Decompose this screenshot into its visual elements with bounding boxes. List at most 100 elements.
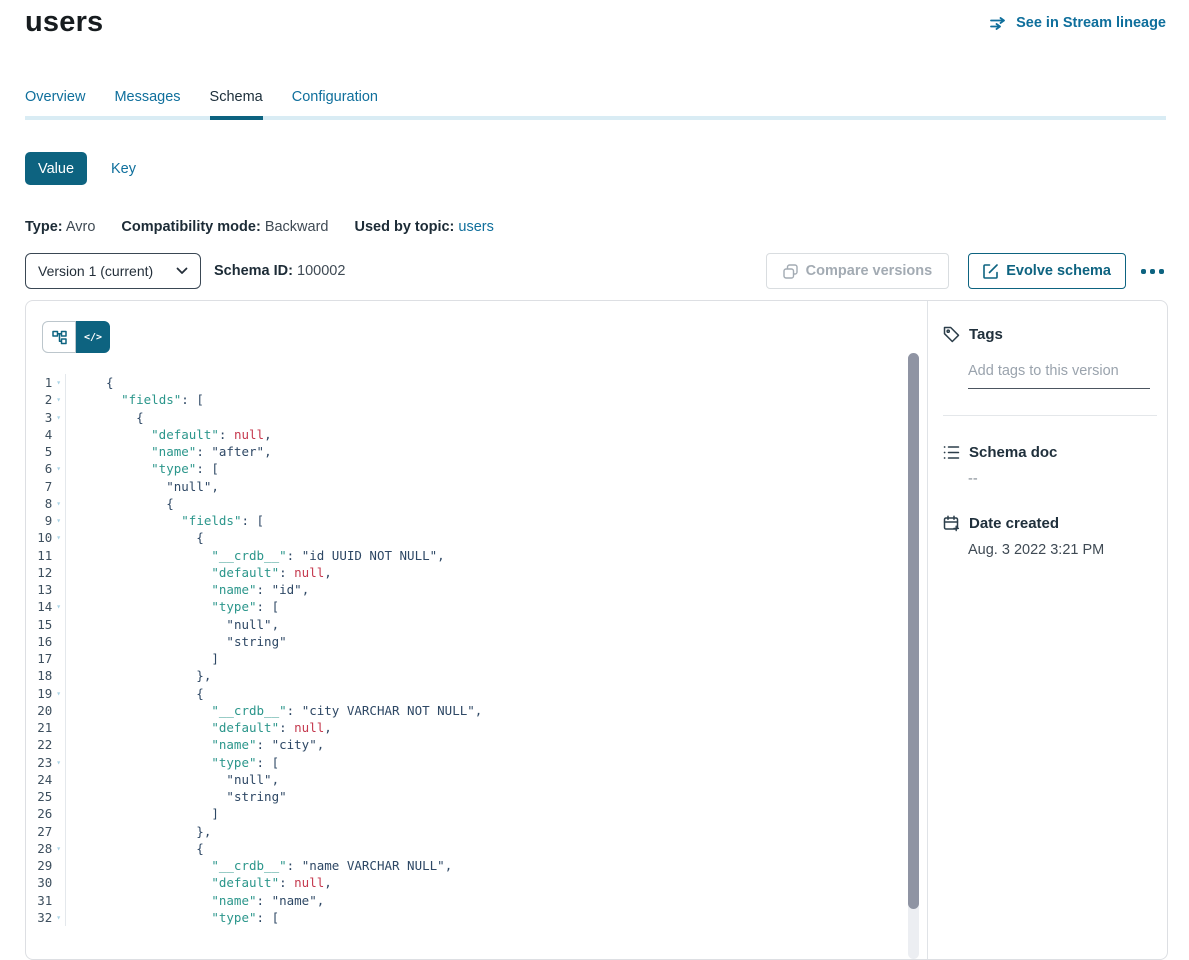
meta-type-value: Avro [66, 219, 96, 235]
fold-toggle-icon[interactable]: ▾ [52, 754, 65, 771]
fold-spacer [52, 616, 65, 633]
code-line: 19▾ { [26, 685, 927, 702]
fold-toggle-icon[interactable]: ▾ [52, 495, 65, 512]
line-gutter: 8▾ [26, 495, 66, 512]
code-text: "default": null, [66, 874, 332, 891]
code-line: 1▾{ [26, 374, 927, 391]
list-icon [943, 445, 960, 460]
code-text: "type": [ [66, 754, 279, 771]
line-number: 11 [26, 547, 52, 564]
version-toolbar: Version 1 (current) Schema ID: 100002 Co… [25, 253, 1166, 289]
fold-toggle-icon[interactable]: ▾ [52, 374, 65, 391]
code-line: 17 ] [26, 650, 927, 667]
calendar-plus-icon [943, 515, 960, 532]
fold-toggle-icon[interactable]: ▾ [52, 409, 65, 426]
line-number: 14 [26, 598, 52, 615]
line-gutter: 9▾ [26, 512, 66, 529]
key-toggle-button[interactable]: Key [111, 161, 136, 177]
line-number: 15 [26, 616, 52, 633]
line-gutter: 13 [26, 581, 66, 598]
line-gutter: 29 [26, 857, 66, 874]
topic-link[interactable]: users [458, 219, 493, 235]
editor-scrollbar-track[interactable] [908, 353, 919, 959]
code-text: "name": "id", [66, 581, 309, 598]
fold-toggle-icon[interactable]: ▾ [52, 909, 65, 926]
code-text: "null", [66, 616, 279, 633]
code-text: ] [66, 650, 219, 667]
value-key-toggle: Value Key [25, 152, 136, 185]
line-gutter: 23▾ [26, 754, 66, 771]
code-line: 22 "name": "city", [26, 736, 927, 753]
line-gutter: 3▾ [26, 409, 66, 426]
code-line: 16 "string" [26, 633, 927, 650]
version-select[interactable]: Version 1 (current) [25, 253, 201, 289]
code-line: 23▾ "type": [ [26, 754, 927, 771]
schema-doc-title: Schema doc [969, 444, 1057, 461]
fold-spacer [52, 633, 65, 650]
code-line: 4 "default": null, [26, 426, 927, 443]
line-gutter: 12 [26, 564, 66, 581]
code-text: "name": "after", [66, 443, 272, 460]
compare-versions-button[interactable]: Compare versions [766, 253, 950, 289]
fold-spacer [52, 805, 65, 822]
code-text: "type": [ [66, 909, 279, 926]
line-gutter: 1▾ [26, 374, 66, 391]
code-text: "name": "name", [66, 892, 324, 909]
evolve-schema-button[interactable]: Evolve schema [968, 253, 1126, 289]
fold-toggle-icon[interactable]: ▾ [52, 460, 65, 477]
fold-toggle-icon[interactable]: ▾ [52, 391, 65, 408]
line-gutter: 10▾ [26, 529, 66, 546]
more-actions-button[interactable] [1139, 263, 1166, 280]
code-text: "fields": [ [66, 391, 204, 408]
code-line: 12 "default": null, [26, 564, 927, 581]
code-line: 21 "default": null, [26, 719, 927, 736]
schema-doc-value: -- [968, 471, 1167, 487]
line-gutter: 2▾ [26, 391, 66, 408]
code-text: "default": null, [66, 564, 332, 581]
fold-spacer [52, 667, 65, 684]
line-number: 29 [26, 857, 52, 874]
line-number: 32 [26, 909, 52, 926]
fold-toggle-icon[interactable]: ▾ [52, 512, 65, 529]
fold-spacer [52, 736, 65, 753]
line-gutter: 26 [26, 805, 66, 822]
schema-id: Schema ID: 100002 [214, 263, 345, 279]
stream-lineage-label: See in Stream lineage [1016, 15, 1166, 31]
fold-spacer [52, 823, 65, 840]
line-gutter: 14▾ [26, 598, 66, 615]
code-view-button[interactable]: </> [76, 321, 110, 353]
code-text: ] [66, 805, 219, 822]
fold-toggle-icon[interactable]: ▾ [52, 598, 65, 615]
schema-sidebar: Tags Schema doc -- [927, 301, 1167, 959]
code-line: 24 "null", [26, 771, 927, 788]
stream-lineage-link[interactable]: See in Stream lineage [990, 15, 1166, 31]
code-line: 31 "name": "name", [26, 892, 927, 909]
code-line: 18 }, [26, 667, 927, 684]
schema-editor: </> 1▾{2▾ "fields": [3▾ {4 "default": nu… [26, 301, 927, 959]
fold-toggle-icon[interactable]: ▾ [52, 529, 65, 546]
line-number: 24 [26, 771, 52, 788]
editor-scrollbar-thumb[interactable] [908, 353, 919, 909]
stream-lineage-icon [990, 17, 1008, 30]
code-view-icon: </> [84, 332, 102, 343]
code-line: 20 "__crdb__": "city VARCHAR NOT NULL", [26, 702, 927, 719]
code-line: 8▾ { [26, 495, 927, 512]
line-number: 28 [26, 840, 52, 857]
meta-compatibility: Compatibility mode: Backward [121, 219, 328, 235]
line-gutter: 30 [26, 874, 66, 891]
tree-view-button[interactable] [42, 321, 76, 353]
tab-schema[interactable]: Schema [210, 89, 263, 120]
code-text: "__crdb__": "id UUID NOT NULL", [66, 547, 445, 564]
line-number: 25 [26, 788, 52, 805]
fold-toggle-icon[interactable]: ▾ [52, 840, 65, 857]
fold-spacer [52, 443, 65, 460]
line-gutter: 5 [26, 443, 66, 460]
version-select-value: Version 1 (current) [38, 263, 153, 279]
fold-toggle-icon[interactable]: ▾ [52, 685, 65, 702]
value-toggle-button[interactable]: Value [25, 152, 87, 185]
add-tags-input[interactable] [968, 363, 1150, 389]
code-text: { [66, 495, 174, 512]
code-lines: 1▾{2▾ "fields": [3▾ {4 "default": null,5… [26, 374, 927, 926]
code-line: 9▾ "fields": [ [26, 512, 927, 529]
code-line: 6▾ "type": [ [26, 460, 927, 477]
